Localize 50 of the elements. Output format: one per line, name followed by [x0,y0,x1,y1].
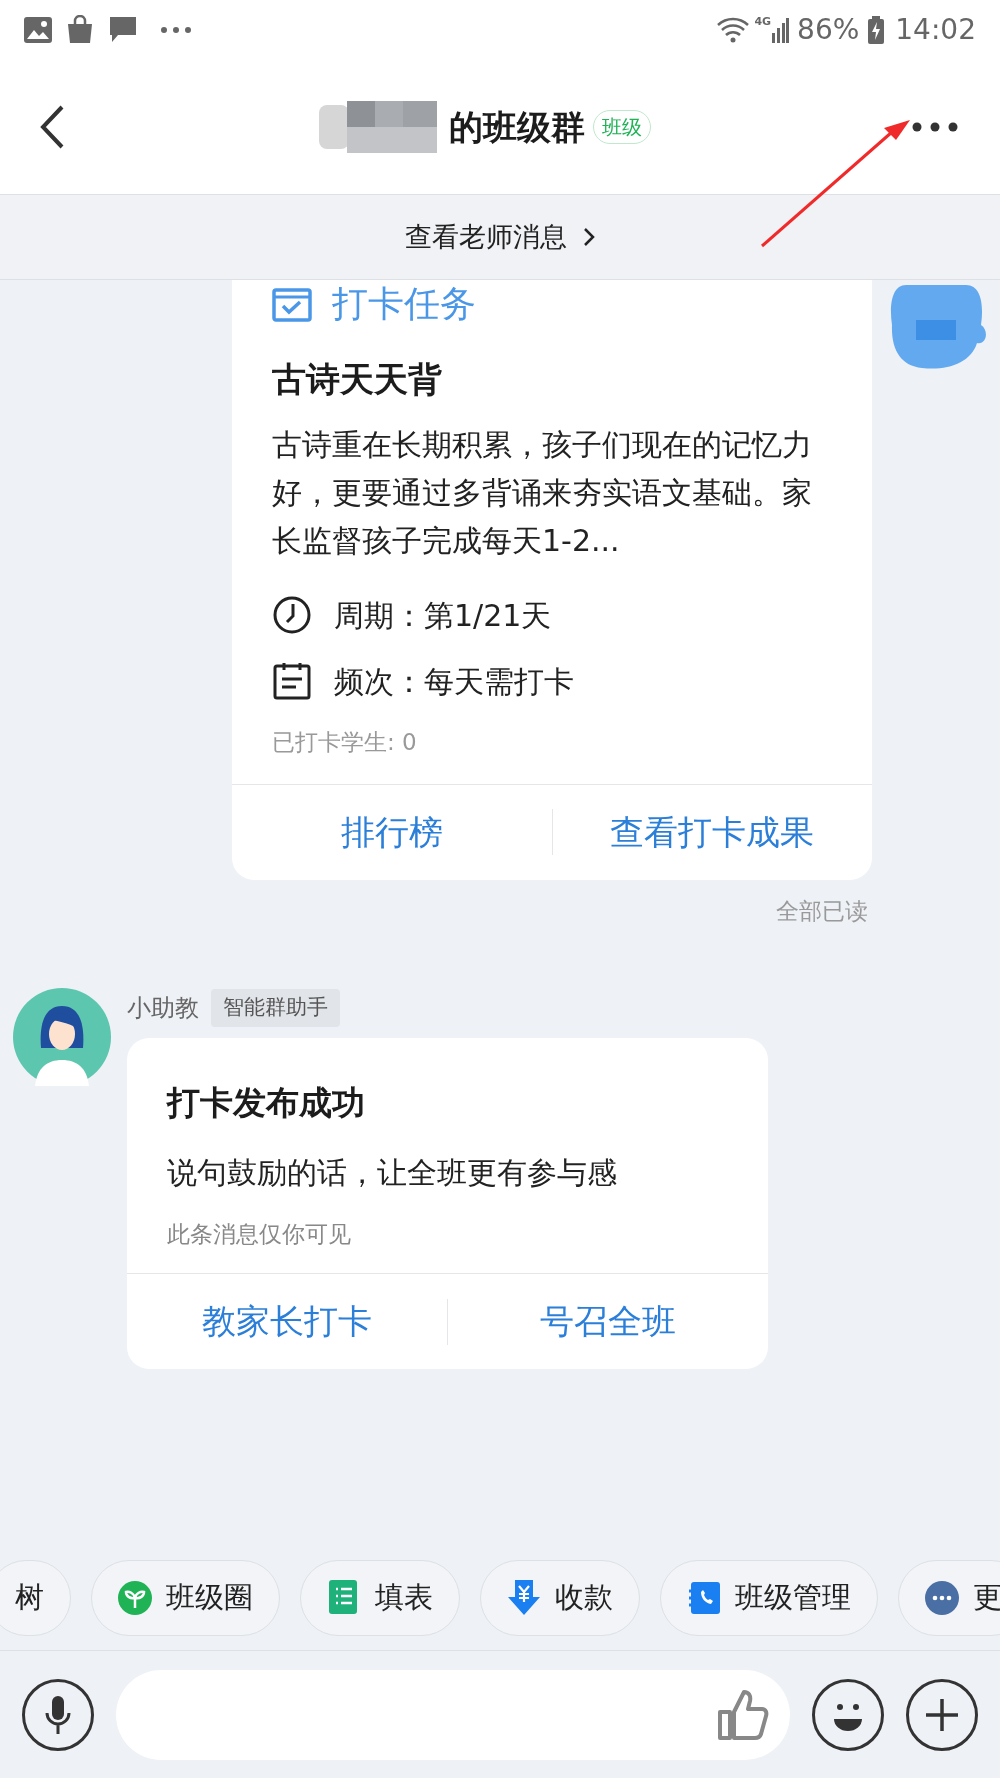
more-icon [160,26,192,34]
read-status: 全部已读 [776,896,868,926]
task-period: 周期：第1/21天 [334,596,552,635]
card-text: 说句鼓励的话，让全班更有参与感 [167,1153,618,1192]
card-action[interactable]: 排行榜 [232,798,552,866]
battery-percent: 86% [797,12,860,48]
shortcut-chip[interactable]: 收款 [480,1560,640,1636]
network-type: 4G [754,14,772,30]
shortcut-chip[interactable]: 班级圈 [91,1560,280,1636]
more-icon [925,1581,959,1615]
voice-button[interactable] [22,1678,94,1751]
card-label: 打卡任务 [332,282,476,326]
plus-icon [924,1696,960,1733]
shortcut-chip[interactable]: 填表 [300,1560,460,1636]
back-icon [40,105,64,149]
chat-title: 的班级群 [449,105,585,149]
calendar-icon [272,661,312,701]
signal-icon [771,17,790,43]
avatar-icon [13,988,111,1086]
sender-name: 小助教 [127,993,199,1024]
card-hint: 此条消息仅你可见 [167,1219,352,1249]
chevron-right-icon [583,227,595,247]
shortcut-chip[interactable]: 树 [0,1560,71,1636]
phone-book-icon [687,1581,721,1615]
shopping-bag-icon [66,15,94,45]
emoji-button[interactable] [812,1678,884,1751]
task-description: 古诗重在长期积累，孩子们现在的记忆力好，更要通过多背诵来夯实语文基础。家长监督孩子完成每天1-2... [272,426,813,560]
wifi-icon [716,16,751,44]
thumbs-up-icon [716,1687,770,1742]
clock-icon [272,595,312,635]
sprout-icon [118,1581,152,1615]
task-title: 古诗天天背 [272,358,443,401]
card-action[interactable]: 号召全班 [448,1288,768,1355]
more-icon [912,122,958,132]
clock-time: 14:02 [895,12,976,48]
sender-tag: 智能群助手 [211,989,340,1027]
checkbox-icon [272,286,312,322]
yen-arrow-icon [507,1579,541,1617]
add-button[interactable] [906,1678,978,1751]
card-title: 打卡发布成功 [167,1082,366,1124]
checked-in-count: 已打卡学生: 0 [272,728,418,757]
shortcut-chip[interactable]: 班级管理 [660,1560,878,1636]
task-frequency: 频次：每天需打卡 [334,662,574,701]
group-tag: 班级 [593,110,651,144]
card-action[interactable]: 查看打卡成果 [552,798,872,866]
microphone-icon [45,1694,71,1735]
card-action[interactable]: 教家长打卡 [127,1288,447,1355]
battery-charging-icon [867,16,886,44]
image-icon [24,17,52,43]
shortcut-chip[interactable]: 更 [898,1560,1000,1636]
